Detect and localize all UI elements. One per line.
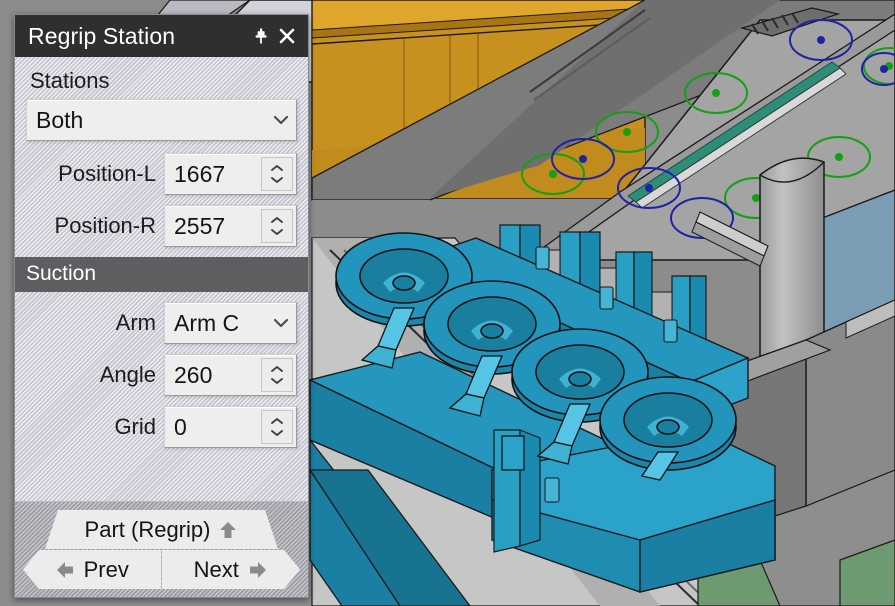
angle-row: Angle 260 [26, 354, 297, 397]
grid-input[interactable]: 0 [164, 406, 297, 449]
position-l-input[interactable]: 1667 [164, 153, 297, 196]
position-r-label: Position-R [54, 213, 156, 239]
stations-label: Stations [30, 68, 110, 93]
arrow-right-icon [248, 560, 268, 580]
position-l-row: Position-L 1667 [26, 153, 297, 196]
chevron-up-icon [271, 366, 283, 373]
angle-input[interactable]: 260 [164, 354, 297, 397]
angle-stepper[interactable] [261, 358, 293, 393]
suction-section-header: Suction [15, 257, 308, 293]
chevron-up-icon [271, 217, 283, 224]
arrow-left-icon [56, 561, 73, 578]
chevron-down-icon [271, 229, 283, 236]
chevron-down-icon [266, 115, 296, 126]
close-icon[interactable] [274, 23, 300, 49]
grid-value: 0 [174, 413, 187, 440]
panel-titlebar: Regrip Station [15, 15, 308, 57]
position-l-stepper[interactable] [261, 157, 293, 192]
chevron-down-icon [271, 378, 283, 385]
part-regrip-label: Part (Regrip) [84, 516, 211, 542]
arm-label: Arm [115, 310, 156, 336]
stations-dropdown[interactable]: Both [26, 99, 297, 142]
prev-label: Prev [83, 556, 129, 582]
next-button[interactable]: Next [162, 550, 301, 589]
pin-icon[interactable] [248, 23, 274, 49]
arm-value: Arm C [174, 309, 240, 336]
position-r-value: 2557 [174, 212, 226, 239]
chevron-down-icon [266, 318, 296, 329]
grid-label: Grid [114, 414, 156, 440]
position-r-stepper[interactable] [261, 209, 293, 244]
chevron-up-icon [271, 418, 283, 425]
position-r-row: Position-R 2557 [26, 205, 297, 248]
panel-body: Stations Both Position-L 1667 Position-R… [15, 57, 308, 501]
position-l-value: 1667 [174, 160, 226, 187]
chevron-down-icon [271, 177, 283, 184]
arm-dropdown[interactable]: Arm C [164, 302, 297, 345]
arm-row: Arm Arm C [26, 302, 297, 345]
angle-value: 260 [174, 361, 213, 388]
prev-button[interactable]: Prev [23, 550, 162, 589]
chevron-up-icon [271, 165, 283, 172]
panel-navbar: Part (Regrip) Prev Next [15, 501, 308, 597]
suction-tooling [307, 224, 776, 606]
part-regrip-button[interactable]: Part (Regrip) [45, 510, 278, 549]
grid-row: Grid 0 [26, 406, 297, 449]
stations-value: Both [36, 106, 84, 133]
position-l-label: Position-L [58, 161, 156, 187]
position-r-input[interactable]: 2557 [164, 205, 297, 248]
grid-stepper[interactable] [261, 410, 293, 445]
regrip-station-panel[interactable]: Regrip Station Stations Both Position-L … [14, 14, 309, 598]
angle-label: Angle [99, 362, 156, 388]
chevron-down-icon [271, 430, 283, 437]
panel-title: Regrip Station [28, 22, 176, 49]
arrow-up-icon [218, 520, 238, 540]
next-label: Next [193, 556, 239, 582]
